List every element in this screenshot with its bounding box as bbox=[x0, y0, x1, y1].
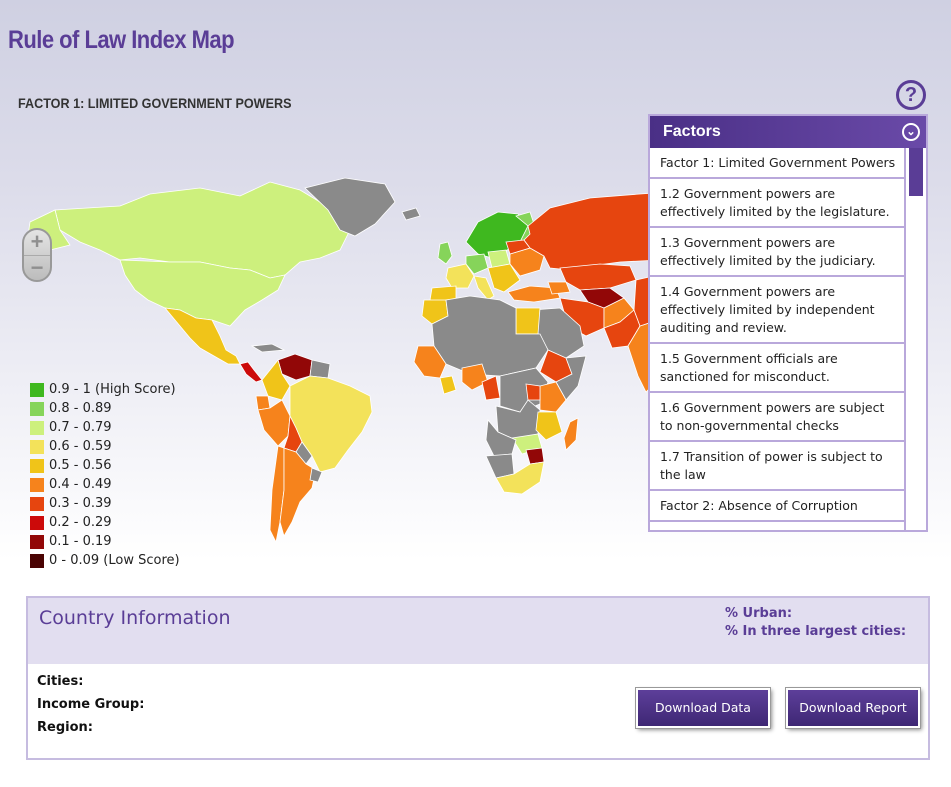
legend-swatch bbox=[30, 420, 44, 435]
country-madagascar[interactable] bbox=[563, 417, 579, 451]
legend-item: 0.4 - 0.49 bbox=[30, 475, 180, 494]
legend-label: 0.3 - 0.39 bbox=[49, 496, 112, 511]
country-guyana[interactable] bbox=[309, 359, 331, 379]
legend-swatch bbox=[30, 458, 44, 473]
zoom-control: + − bbox=[22, 228, 52, 282]
legend-swatch bbox=[30, 515, 44, 530]
legend-label: 0.7 - 0.79 bbox=[49, 420, 112, 435]
factor-item[interactable]: Factor 2: Absence of Corruption bbox=[650, 491, 906, 522]
country-uganda[interactable] bbox=[525, 383, 541, 401]
country-caucasus[interactable] bbox=[547, 281, 571, 295]
factor-item[interactable]: Factor 1: Limited Government Powers bbox=[650, 148, 906, 179]
country-ghana[interactable] bbox=[439, 375, 457, 395]
legend-item: 0 - 0.09 (Low Score) bbox=[30, 551, 180, 570]
country-info-header: Country Information % Urban: % In three … bbox=[28, 598, 928, 664]
legend-label: 0.4 - 0.49 bbox=[49, 477, 112, 492]
region-label: Region: bbox=[37, 720, 93, 735]
download-data-button[interactable]: Download Data bbox=[636, 688, 770, 728]
income-group-label: Income Group: bbox=[37, 697, 145, 712]
legend-item: 0.8 - 0.89 bbox=[30, 399, 180, 418]
country-ecuador[interactable] bbox=[255, 395, 271, 411]
legend-item: 0.2 - 0.29 bbox=[30, 513, 180, 532]
factor-item[interactable]: 2.1 Government officials in the bbox=[650, 522, 906, 530]
factor-item[interactable]: 1.5 Government officials are sanctioned … bbox=[650, 344, 906, 393]
page-title: Rule of Law Index Map bbox=[8, 26, 235, 54]
country-cuba[interactable] bbox=[250, 343, 286, 353]
legend-item: 0.6 - 0.59 bbox=[30, 437, 180, 456]
country-zimbabwe[interactable] bbox=[525, 447, 545, 465]
legend-label: 0.2 - 0.29 bbox=[49, 515, 112, 530]
legend-label: 0.8 - 0.89 bbox=[49, 401, 112, 416]
legend-swatch bbox=[30, 553, 44, 568]
factors-scrollbar[interactable] bbox=[906, 148, 926, 530]
country-argentina[interactable] bbox=[279, 447, 317, 538]
legend-label: 0.6 - 0.59 bbox=[49, 439, 112, 454]
legend-item: 0.1 - 0.19 bbox=[30, 532, 180, 551]
factors-list: Factor 1: Limited Government Powers 1.2 … bbox=[650, 148, 906, 530]
legend-label: 0.1 - 0.19 bbox=[49, 534, 112, 549]
scrollbar-thumb[interactable] bbox=[909, 148, 923, 196]
factor-item[interactable]: 1.4 Government powers are effectively li… bbox=[650, 277, 906, 344]
legend-item: 0.5 - 0.56 bbox=[30, 456, 180, 475]
factors-panel: Factors ⌄ Factor 1: Limited Government P… bbox=[648, 114, 928, 532]
country-info-title: Country Information bbox=[39, 607, 231, 629]
download-report-button[interactable]: Download Report bbox=[786, 688, 920, 728]
country-tanzania[interactable] bbox=[535, 411, 563, 441]
legend-label: 0.5 - 0.56 bbox=[49, 458, 112, 473]
legend-swatch bbox=[30, 382, 44, 397]
question-circle-icon[interactable]: ? bbox=[896, 80, 926, 110]
zoom-in-icon[interactable]: + bbox=[24, 230, 50, 255]
country-iceland[interactable] bbox=[401, 207, 421, 221]
country-uk[interactable] bbox=[437, 241, 453, 265]
legend-swatch bbox=[30, 496, 44, 511]
factor-item[interactable]: 1.6 Government powers are subject to non… bbox=[650, 393, 906, 442]
country-namibia[interactable] bbox=[485, 453, 515, 479]
country-info-panel: Country Information % Urban: % In three … bbox=[26, 596, 930, 760]
legend-item: 0.9 - 1 (High Score) bbox=[30, 380, 180, 399]
legend: 0.9 - 1 (High Score) 0.8 - 0.89 0.7 - 0.… bbox=[30, 380, 180, 570]
country-egypt[interactable] bbox=[515, 307, 541, 335]
legend-label: 0.9 - 1 (High Score) bbox=[49, 382, 176, 397]
factors-header[interactable]: Factors ⌄ bbox=[650, 116, 926, 148]
factors-title: Factors bbox=[663, 123, 721, 140]
factor-item[interactable]: 1.3 Government powers are effectively li… bbox=[650, 228, 906, 277]
legend-label: 0 - 0.09 (Low Score) bbox=[49, 553, 180, 568]
legend-item: 0.3 - 0.39 bbox=[30, 494, 180, 513]
chevron-down-circle-icon[interactable]: ⌄ bbox=[902, 123, 920, 141]
legend-item: 0.7 - 0.79 bbox=[30, 418, 180, 437]
country-central-america[interactable] bbox=[239, 361, 263, 383]
country-kazakhstan[interactable] bbox=[559, 263, 637, 291]
factor-item[interactable]: 1.7 Transition of power is subject to th… bbox=[650, 442, 906, 491]
zoom-out-icon[interactable]: − bbox=[24, 255, 50, 280]
factor-title: FACTOR 1: LIMITED GOVERNMENT POWERS bbox=[18, 95, 292, 111]
urban-percent-label: % Urban: bbox=[725, 606, 793, 621]
legend-swatch bbox=[30, 477, 44, 492]
legend-swatch bbox=[30, 439, 44, 454]
cities-label: Cities: bbox=[37, 674, 84, 689]
factor-item[interactable]: 1.2 Government powers are effectively li… bbox=[650, 179, 906, 228]
legend-swatch bbox=[30, 401, 44, 416]
largest-cities-percent-label: % In three largest cities: bbox=[725, 624, 907, 639]
legend-swatch bbox=[30, 534, 44, 549]
country-italy[interactable] bbox=[473, 275, 495, 301]
